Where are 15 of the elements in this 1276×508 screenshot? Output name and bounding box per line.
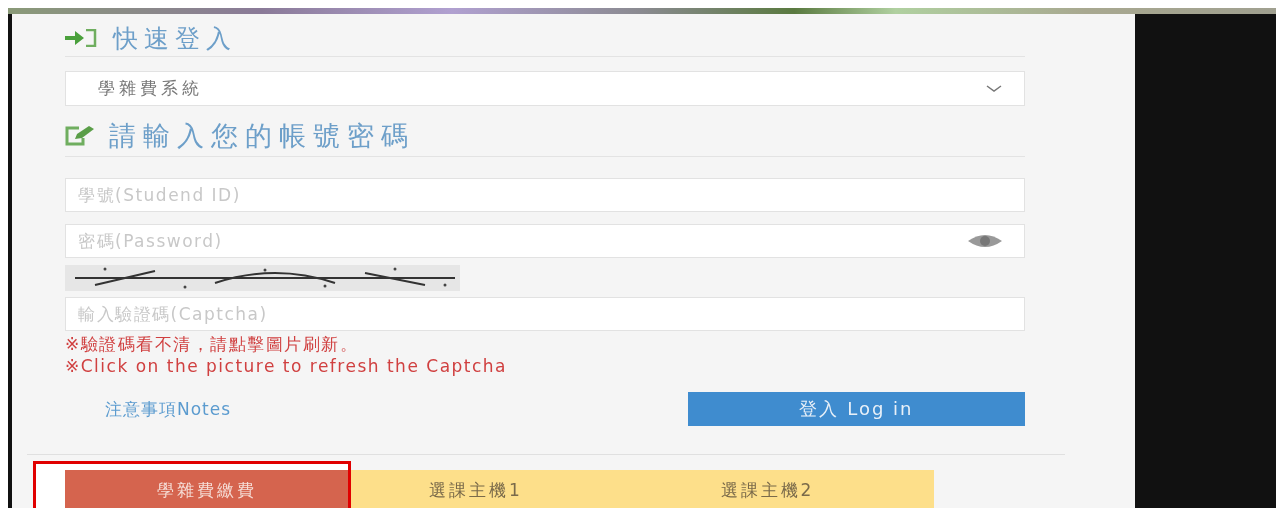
- login-button[interactable]: 登入 Log in: [688, 392, 1025, 426]
- chevron-down-icon: [986, 85, 1002, 92]
- tab[interactable]: 選課主機1: [351, 470, 601, 508]
- tab[interactable]: 學雜費繳費: [65, 470, 348, 508]
- notice-text: ※驗證碼看不清，請點擊圖片刷新。: [65, 333, 360, 355]
- captcha-image[interactable]: [65, 265, 460, 291]
- edit-icon: [65, 126, 95, 146]
- section-heading: 快速登入: [113, 22, 237, 55]
- sign-in-icon: [65, 29, 99, 47]
- notice-text: ※Click on the picture to refresh the Captcha: [65, 355, 509, 377]
- notes-link[interactable]: 注意事項Notes: [105, 397, 232, 421]
- tab[interactable]: 選課主機2: [601, 470, 934, 508]
- section-heading: 請輸入您的帳號密碼: [109, 119, 415, 153]
- system-dropdown[interactable]: 學雜費系統: [65, 71, 1025, 106]
- eye-icon: [967, 234, 1003, 248]
